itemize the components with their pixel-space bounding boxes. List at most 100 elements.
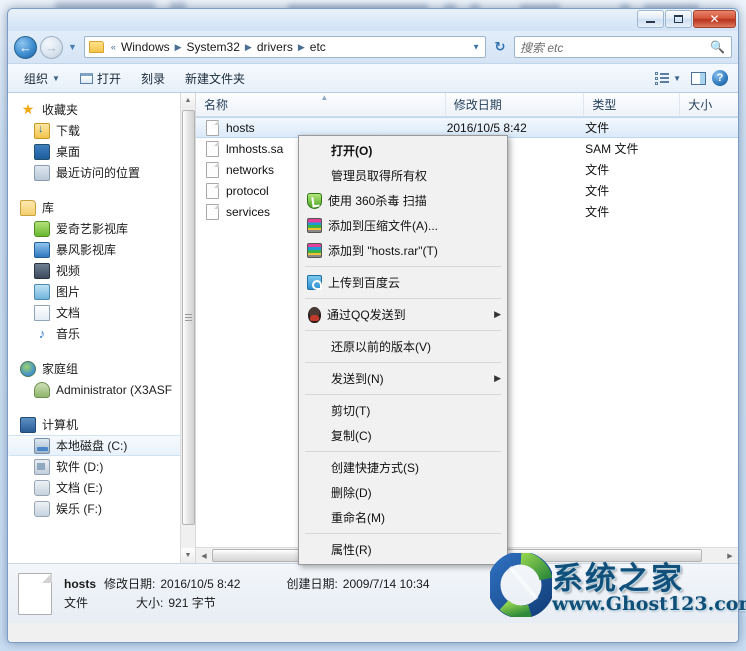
video-icon	[34, 262, 50, 279]
sidebar-item-local-disk-c[interactable]: 本地磁盘 (C:)	[8, 435, 187, 456]
menu-item-label: 上传到百度云	[328, 276, 401, 290]
details-text: hosts 修改日期: 2016/10/5 8:42 创建日期: 2009/7/…	[64, 575, 430, 613]
open-button[interactable]: 打开	[72, 67, 129, 90]
menu-item-label: 添加到 "hosts.rar"(T)	[328, 244, 438, 258]
nav-group-computer: 计算机 本地磁盘 (C:) 软件 (D:) 文档 (E:) 娱乐 (F:)	[8, 414, 195, 519]
details-modified-value: 2016/10/5 8:42	[160, 576, 241, 591]
sidebar-item-disk-d[interactable]: 软件 (D:)	[8, 456, 195, 477]
sidebar-item-homegroup[interactable]: 家庭组	[8, 358, 195, 379]
file-icon	[206, 119, 219, 136]
no-icon	[305, 338, 325, 356]
context-menu[interactable]: 打开(O) 管理员取得所有权 使用 360杀毒 扫描 添加到压缩文件(A)...…	[298, 135, 508, 565]
details-size-value: 921 字节	[168, 595, 216, 610]
minimize-button[interactable]	[637, 10, 664, 28]
back-button[interactable]: ←	[14, 35, 37, 59]
scroll-up-icon[interactable]: ▲	[181, 93, 195, 108]
menu-item-cut[interactable]: 剪切(T)	[299, 398, 507, 423]
menu-item-add-to-archive[interactable]: 添加到压缩文件(A)...	[299, 213, 507, 238]
documents-icon	[34, 304, 50, 321]
column-label: 大小	[688, 98, 713, 112]
hdd-icon	[34, 479, 50, 496]
sidebar-item-baofeng[interactable]: 暴风影视库	[8, 239, 195, 260]
sidebar-item-iqiyi[interactable]: 爱奇艺影视库	[8, 218, 195, 239]
column-header-date[interactable]: 修改日期	[446, 93, 585, 116]
menu-item-create-shortcut[interactable]: 创建快捷方式(S)	[299, 455, 507, 480]
file-name: protocol	[226, 183, 269, 198]
column-label: 类型	[592, 98, 617, 112]
sidebar-item-downloads[interactable]: 下载	[8, 120, 195, 141]
change-view-button[interactable]: ▼	[651, 70, 685, 87]
scroll-right-icon[interactable]: ▶	[722, 552, 738, 560]
column-headers: 名称 ▲ 修改日期 类型 大小	[196, 93, 738, 117]
maximize-button[interactable]	[665, 10, 692, 28]
burn-label: 刻录	[140, 71, 165, 86]
menu-separator	[305, 330, 501, 331]
menu-item-upload-baidu-cloud[interactable]: 上传到百度云	[299, 270, 507, 295]
recent-locations-dropdown[interactable]: ▼	[66, 42, 79, 52]
menu-item-add-to-hosts-rar[interactable]: 添加到 "hosts.rar"(T)	[299, 238, 507, 263]
sidebar-item-disk-e[interactable]: 文档 (E:)	[8, 477, 195, 498]
file-type-cell: 文件	[585, 184, 610, 198]
sidebar-item-videos[interactable]: 视频	[8, 260, 195, 281]
column-header-type[interactable]: 类型	[584, 93, 681, 116]
burn-button[interactable]: 刻录	[133, 67, 173, 90]
sidebar-item-music[interactable]: ♪ 音乐	[8, 323, 195, 344]
toolbar-right-group: ▼ ?	[651, 70, 730, 87]
sidebar-label: 收藏夹	[42, 103, 79, 117]
menu-item-delete[interactable]: 删除(D)	[299, 480, 507, 505]
menu-item-send-to[interactable]: 发送到(N) ▶	[299, 366, 507, 391]
menu-item-restore-previous-versions[interactable]: 还原以前的版本(V)	[299, 334, 507, 359]
chevron-down-icon: ▼	[52, 73, 60, 83]
sidebar-item-disk-f[interactable]: 娱乐 (F:)	[8, 498, 195, 519]
chevron-down-icon: ▼	[673, 73, 681, 83]
preview-pane-button[interactable]	[691, 71, 706, 85]
breadcrumb-item-etc[interactable]: etc	[308, 40, 328, 54]
sidebar-item-administrator[interactable]: Administrator (X3ASF	[8, 379, 195, 400]
breadcrumb-separator[interactable]: ▶	[242, 42, 255, 53]
menu-item-rename[interactable]: 重命名(M)	[299, 505, 507, 530]
organize-label: 组织	[24, 71, 49, 86]
column-header-name[interactable]: 名称 ▲	[196, 93, 446, 116]
sidebar-label: 视频	[56, 264, 81, 278]
breadcrumb-item-system32[interactable]: System32	[185, 40, 242, 54]
search-input[interactable]: 搜索 etc 🔍	[514, 36, 732, 58]
menu-item-take-ownership[interactable]: 管理员取得所有权	[299, 163, 507, 188]
refresh-icon[interactable]: ↻	[489, 39, 511, 55]
organize-button[interactable]: 组织 ▼	[16, 67, 68, 90]
sidebar-scrollbar[interactable]: ▲ ▼	[180, 93, 195, 563]
sidebar-item-computer[interactable]: 计算机	[8, 414, 195, 435]
menu-item-open[interactable]: 打开(O)	[299, 138, 507, 163]
sidebar-label: 图片	[56, 285, 81, 299]
breadcrumb-separator[interactable]: ▶	[172, 42, 185, 53]
breadcrumb-item-windows[interactable]: Windows	[119, 40, 172, 54]
sidebar-item-libraries[interactable]: 库	[8, 197, 195, 218]
column-header-size[interactable]: 大小	[680, 93, 738, 116]
sidebar-item-documents[interactable]: 文档	[8, 302, 195, 323]
menu-item-send-via-qq[interactable]: 通过QQ发送到 ▶	[299, 302, 507, 327]
scrollbar-thumb[interactable]	[182, 110, 195, 525]
breadcrumb-overflow[interactable]: «	[108, 42, 119, 52]
scroll-left-icon[interactable]: ◀	[196, 552, 212, 560]
sidebar-item-recent-places[interactable]: 最近访问的位置	[8, 162, 195, 183]
help-icon[interactable]: ?	[712, 70, 728, 86]
no-icon	[305, 459, 325, 477]
menu-item-copy[interactable]: 复制(C)	[299, 423, 507, 448]
sidebar-item-pictures[interactable]: 图片	[8, 281, 195, 302]
file-name: networks	[226, 162, 275, 177]
iqiyi-icon	[34, 220, 50, 237]
breadcrumb[interactable]: « Windows ▶ System32 ▶ drivers ▶ etc ▼	[83, 36, 486, 58]
menu-item-scan-360[interactable]: 使用 360杀毒 扫描	[299, 188, 507, 213]
breadcrumb-item-drivers[interactable]: drivers	[255, 40, 295, 54]
sidebar-item-desktop[interactable]: 桌面	[8, 141, 195, 162]
sidebar-label: 娱乐 (F:)	[56, 502, 102, 516]
chevron-down-icon[interactable]: ▼	[472, 43, 480, 52]
sidebar-item-favorites[interactable]: ★ 收藏夹	[8, 99, 195, 120]
scroll-down-icon[interactable]: ▼	[181, 548, 195, 563]
close-button[interactable]: ✕	[693, 10, 736, 28]
window-title-bar: ✕	[8, 9, 738, 31]
forward-button[interactable]: →	[40, 35, 63, 59]
menu-item-properties[interactable]: 属性(R)	[299, 537, 507, 562]
menu-item-label: 重命名(M)	[331, 511, 385, 525]
breadcrumb-separator[interactable]: ▶	[295, 42, 308, 53]
new-folder-button[interactable]: 新建文件夹	[177, 67, 253, 90]
